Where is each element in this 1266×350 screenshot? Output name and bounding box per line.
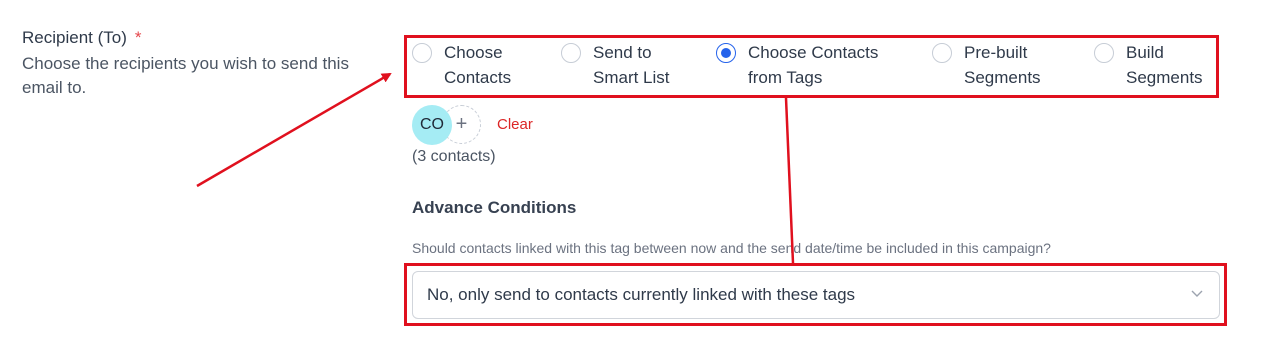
tag-chip[interactable]: CO bbox=[412, 105, 452, 145]
clear-tags-link[interactable]: Clear bbox=[497, 116, 533, 133]
annotation-box-radio-group bbox=[404, 35, 1219, 98]
recipient-label: Recipient (To) * bbox=[22, 28, 142, 48]
recipient-help-text: Choose the recipients you wish to send t… bbox=[22, 54, 349, 97]
annotation-connector-line bbox=[784, 97, 795, 264]
recipient-label-text: Recipient (To) bbox=[22, 28, 127, 47]
plus-icon: + bbox=[455, 113, 468, 135]
annotation-box-select bbox=[404, 263, 1227, 326]
advance-conditions-question: Should contacts linked with this tag bet… bbox=[412, 240, 1051, 256]
advance-conditions-title: Advance Conditions bbox=[412, 198, 577, 217]
required-mark: * bbox=[134, 28, 142, 47]
contact-count: (3 contacts) bbox=[412, 148, 496, 165]
